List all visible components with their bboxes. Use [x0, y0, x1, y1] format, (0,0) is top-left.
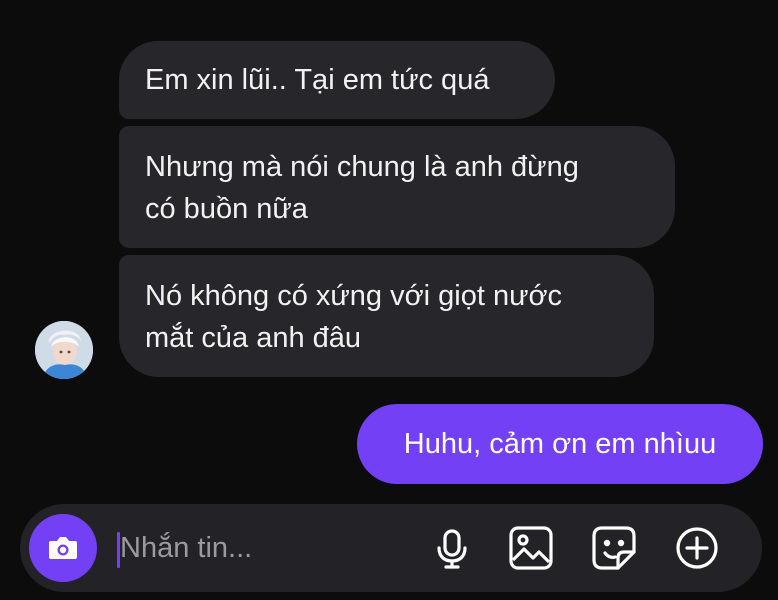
microphone-icon: [437, 529, 467, 569]
message-text: Nó không có xứng với giọt nước: [145, 280, 563, 312]
message-text: Nhưng mà nói chung là anh đừng: [145, 151, 579, 183]
sticker-icon: [592, 526, 636, 570]
camera-icon: [49, 537, 77, 559]
message-text: Em xin lũi.. Tại em tức quá: [145, 64, 490, 96]
avatar-image: [35, 321, 93, 379]
received-message[interactable]: Nó không có xứng với giọt nước mắt của a…: [119, 255, 654, 377]
message-text: mắt của anh đâu: [145, 322, 362, 354]
message-composer: [20, 504, 762, 592]
sender-avatar[interactable]: [35, 321, 93, 379]
sticker-button[interactable]: [590, 524, 638, 572]
chat-screen: Em xin lũi.. Tại em tức quá Nhưng mà nói…: [0, 0, 778, 600]
received-message[interactable]: Em xin lũi.. Tại em tức quá: [119, 41, 555, 119]
microphone-button[interactable]: [428, 524, 476, 572]
camera-button[interactable]: [29, 514, 97, 582]
received-message[interactable]: Nhưng mà nói chung là anh đừng có buồn n…: [119, 126, 675, 248]
sent-message[interactable]: Huhu, cảm ơn em nhìuu: [357, 404, 763, 484]
image-icon: [509, 526, 553, 570]
message-text: có buồn nữa: [145, 193, 308, 225]
plus-circle-icon: [676, 527, 718, 569]
more-options-button[interactable]: [673, 524, 721, 572]
message-input[interactable]: [120, 526, 380, 570]
message-text: Huhu, cảm ơn em nhìuu: [403, 428, 717, 460]
gallery-button[interactable]: [507, 524, 555, 572]
